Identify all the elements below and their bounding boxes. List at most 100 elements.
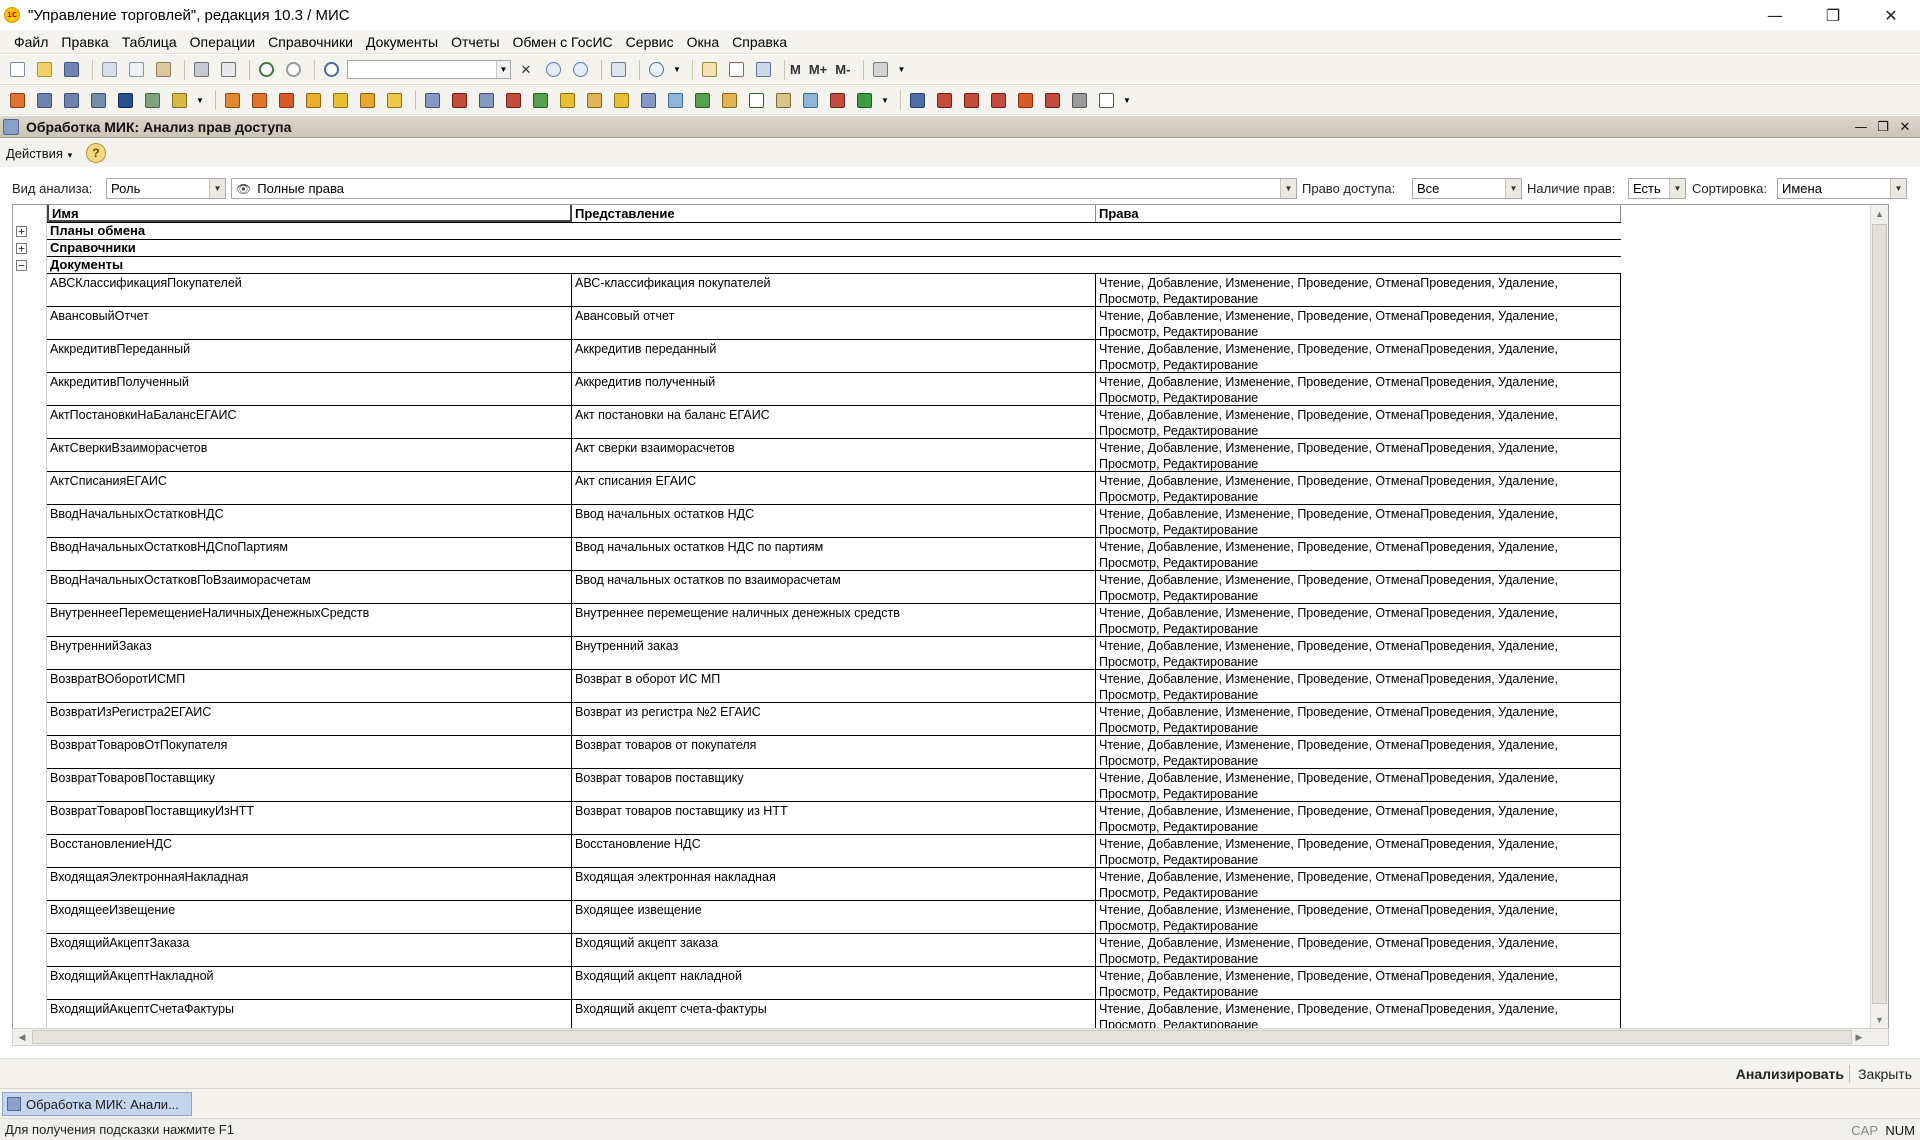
save-icon[interactable] <box>60 59 82 81</box>
memory-button[interactable]: M <box>790 62 801 77</box>
help-button[interactable]: ? <box>85 143 106 163</box>
expand-icon[interactable]: + <box>16 226 27 237</box>
document-folder-icon[interactable] <box>610 89 632 111</box>
upload-icon[interactable] <box>933 89 955 111</box>
role-select[interactable]: 👁 Полные права ▼ <box>231 178 1297 199</box>
table-row[interactable]: ВходящийАкцептЗаказа Входящий акцепт зака… <box>47 934 1621 967</box>
download-icon[interactable] <box>960 89 982 111</box>
redo-icon[interactable] <box>282 59 304 81</box>
archive-icon[interactable] <box>1068 89 1090 111</box>
table-row[interactable]: ВводНачальныхОстатковПоВзаиморасчетам Вво… <box>47 571 1621 604</box>
analysis-type-select[interactable]: Роль ▼ <box>106 178 226 199</box>
form-minimize-button[interactable]: — <box>1850 120 1872 135</box>
chevron-down-icon[interactable]: ▼ <box>880 89 890 111</box>
menu-reports[interactable]: Отчеты <box>451 34 499 50</box>
users-icon[interactable] <box>752 59 774 81</box>
document-check-icon[interactable] <box>745 89 767 111</box>
undo-icon[interactable] <box>255 59 277 81</box>
menu-table[interactable]: Таблица <box>122 34 177 50</box>
menu-catalogs[interactable]: Справочники <box>268 34 353 50</box>
group-row-documents[interactable]: Документы <box>47 257 1621 274</box>
find-next-icon[interactable] <box>542 59 564 81</box>
table-row[interactable]: ВходящийАкцептСчетаФактуры Входящий акцеп… <box>47 1000 1621 1029</box>
table-row[interactable]: ВозвратВОборотИСМП Возврат в оборот ИС МП… <box>47 670 1621 703</box>
taskbar-item[interactable]: Обработка МИК: Анали... <box>2 1092 192 1116</box>
chevron-down-icon[interactable]: ▼ <box>1280 179 1296 198</box>
memory-subtract-button[interactable]: M- <box>835 62 850 77</box>
table-row[interactable]: ВозвратТоваровПоставщикуИзНТТ Возврат тов… <box>47 802 1621 835</box>
goods-icon[interactable] <box>221 89 243 111</box>
document-box-icon[interactable] <box>583 89 605 111</box>
import-icon[interactable] <box>1014 89 1036 111</box>
table-row[interactable]: ВозвратТоваровОтПокупателя Возврат товаро… <box>47 736 1621 769</box>
table-row[interactable]: ВходящийАкцептНакладной Входящий акцепт н… <box>47 967 1621 1000</box>
form-restore-button[interactable]: ❐ <box>1872 120 1894 135</box>
close-form-button[interactable]: Закрыть <box>1858 1066 1912 1082</box>
chevron-down-icon[interactable]: ▼ <box>496 61 510 78</box>
access-right-select[interactable]: Все ▼ <box>1412 178 1522 199</box>
scroll-right-icon[interactable]: ▶ <box>1850 1029 1868 1045</box>
group-row-catalogs[interactable]: Справочники <box>47 240 1621 257</box>
document-green-icon[interactable] <box>529 89 551 111</box>
close-button[interactable]: ✕ <box>1862 0 1920 30</box>
print-icon[interactable] <box>190 59 212 81</box>
paste-icon[interactable] <box>152 59 174 81</box>
scroll-down-icon[interactable]: ▼ <box>1871 1011 1888 1029</box>
open-folder-icon[interactable] <box>33 59 55 81</box>
calculator-icon[interactable] <box>698 59 720 81</box>
document-transfer-icon[interactable] <box>475 89 497 111</box>
document-tray-icon[interactable] <box>718 89 740 111</box>
table-row[interactable]: ВходящаяЭлектроннаяНакладная Входящая эле… <box>47 868 1621 901</box>
search-icon[interactable] <box>320 59 342 81</box>
toolbar-search-input[interactable]: ▼ <box>347 60 511 79</box>
document-red-icon[interactable] <box>448 89 470 111</box>
document-list-icon[interactable] <box>421 89 443 111</box>
binoculars-icon[interactable] <box>114 89 136 111</box>
table-row[interactable]: АккредитивПереданный Аккредитив переданны… <box>47 340 1621 373</box>
chevron-down-icon[interactable]: ▼ <box>195 89 205 111</box>
scroll-left-icon[interactable]: ◀ <box>13 1029 31 1045</box>
table-row[interactable]: ВнутреннееПеремещениеНаличныхДенежныхСре… <box>47 604 1621 637</box>
clear-search-icon[interactable]: ✕ <box>515 59 537 81</box>
sync-icon[interactable] <box>987 89 1009 111</box>
document-copy-icon[interactable] <box>664 89 686 111</box>
rights-table[interactable]: + + − Имя Представление Права Планы обме… <box>12 204 1889 1030</box>
vertical-scrollbar[interactable]: ▲ ▼ <box>1870 205 1888 1029</box>
register-icon[interactable] <box>33 89 55 111</box>
report-icon[interactable] <box>60 89 82 111</box>
table-row[interactable]: ВходящееИзвещение Входящее извещение Чтени… <box>47 901 1621 934</box>
menu-edit[interactable]: Правка <box>61 34 108 50</box>
memory-add-button[interactable]: M+ <box>809 62 827 77</box>
calculator-grid-icon[interactable] <box>141 89 163 111</box>
menu-file[interactable]: Файл <box>14 34 48 50</box>
table-row[interactable]: АктПостановкиНаБалансЕГАИС Акт постановки… <box>47 406 1621 439</box>
cash-in-icon[interactable] <box>302 89 324 111</box>
restore-button[interactable]: ❐ <box>1804 0 1862 30</box>
menu-windows[interactable]: Окна <box>687 34 720 50</box>
calendar-icon[interactable] <box>725 59 747 81</box>
table-row[interactable]: ВводНачальныхОстатковНДСпоПартиям Ввод на… <box>47 538 1621 571</box>
menu-service[interactable]: Сервис <box>626 34 674 50</box>
group-row-exchange-plans[interactable]: Планы обмена <box>47 223 1621 240</box>
chevron-down-icon[interactable]: ▼ <box>1122 89 1132 111</box>
export-icon[interactable] <box>1041 89 1063 111</box>
new-document-icon[interactable] <box>6 59 28 81</box>
info-icon[interactable] <box>645 59 667 81</box>
actions-menu-button[interactable]: Действия ▼ <box>6 146 74 161</box>
expand-icon[interactable]: + <box>16 243 27 254</box>
database-icon[interactable] <box>853 89 875 111</box>
menu-documents[interactable]: Документы <box>366 34 438 50</box>
document-return-icon[interactable] <box>502 89 524 111</box>
document-stack-icon[interactable] <box>556 89 578 111</box>
journal-icon[interactable] <box>6 89 28 111</box>
collapse-icon[interactable]: − <box>16 260 27 271</box>
table-row[interactable]: ВосстановлениеНДС Восстановление НДС Чтени… <box>47 835 1621 868</box>
chevron-down-icon[interactable]: ▼ <box>1890 179 1906 198</box>
scroll-thumb[interactable] <box>1872 224 1887 1004</box>
horizontal-scrollbar[interactable]: ◀ ▶ <box>12 1028 1889 1046</box>
table-row[interactable]: АктСверкиВзаиморасчетов Акт сверки взаимо… <box>47 439 1621 472</box>
scroll-up-icon[interactable]: ▲ <box>1871 205 1888 223</box>
payment-icon[interactable] <box>383 89 405 111</box>
chevron-down-icon[interactable]: ▼ <box>1669 179 1685 198</box>
table-row[interactable]: ВнутреннийЗаказ Внутренний заказ Чтение, Д… <box>47 637 1621 670</box>
